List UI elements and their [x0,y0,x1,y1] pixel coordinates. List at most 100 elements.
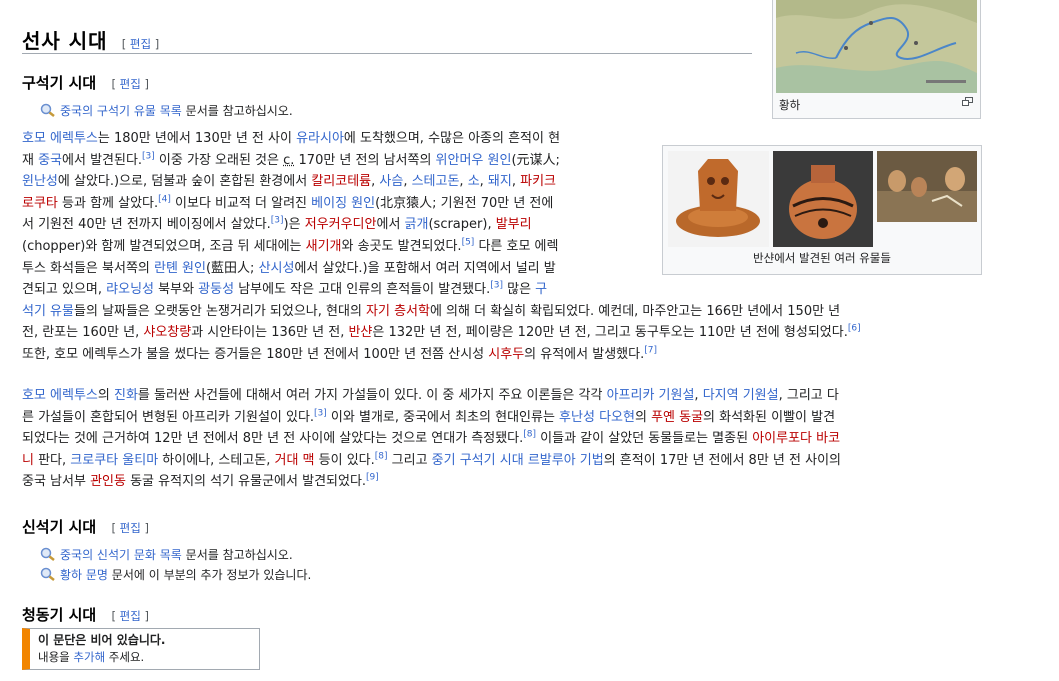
article-link[interactable]: 소 [468,174,480,189]
edit-label[interactable]: 편집 [120,77,141,91]
gallery-image-mask[interactable] [668,151,769,247]
missing-article-link[interactable]: 니 [22,453,34,468]
missing-article-link[interactable]: 새기개 [306,239,342,254]
text-run: , [479,174,488,190]
missing-article-link[interactable]: 거대 맥 [275,453,315,468]
article-link[interactable]: 진화 [114,388,138,403]
add-content-link[interactable]: 추가해 [73,650,105,664]
bronze-title: 청동기 시대 [22,606,97,624]
text-run: , [459,174,468,190]
hatnote-link[interactable]: 중국의 구석기 유물 목록 [60,104,182,118]
text-run: 의 [97,388,114,403]
edit-link-bronze[interactable]: [ 편집 ] [111,609,148,623]
citation-link[interactable]: [5] [462,238,475,248]
hatnote-link[interactable]: 중국의 신석기 문화 목록 [60,548,182,562]
text-run: , [403,174,412,190]
edit-link-paleolithic[interactable]: [ 편집 ] [111,77,148,91]
missing-article-link[interactable]: 로쿠타 [22,196,58,211]
paragraph-line: 되었다는 것에 근거하여 12만 년 전에서 8만 년 전 사이에 살았다는 것… [22,428,1022,450]
missing-article-link[interactable]: 아이루포다 바코 [752,431,840,446]
article-link[interactable]: 광둥성 [198,282,234,297]
article-link[interactable]: 다오현 [599,410,635,425]
missing-article-link[interactable]: 푸옌 동굴 [651,410,703,425]
citation-link[interactable]: [8] [375,451,388,461]
hatnote-text: 문서에 이 부분의 추가 정보가 있습니다. [107,568,312,582]
citation-link[interactable]: [3] [142,151,155,161]
text-run: 이중 가장 오래된 것은 [154,152,284,168]
paragraph-line: 호모 에렉투스의 진화를 둘러싼 사건들에 대해서 여러 가지 가설들이 있다.… [22,385,1022,407]
text-run: 에 도착했으며, 수많은 아종의 흔적이 현 [343,131,561,146]
text-run: )은 [283,217,305,233]
article-link[interactable]: 르발루아 기법 [528,453,604,468]
missing-article-link[interactable]: 시후두 [488,347,524,362]
text-run: 견되고 있으며, [22,282,107,298]
article-link[interactable]: 크로쿠타 울티마 [70,453,158,468]
article-link[interactable]: 위안머우 원인 [436,153,512,168]
edit-label[interactable]: 편집 [130,37,151,51]
missing-article-link[interactable]: 칼리코테륨 [311,174,371,189]
edit-label[interactable]: 편집 [120,609,141,623]
article-link[interactable]: 다지역 기원설 [703,388,779,403]
article-link[interactable]: 베이징 원인 [311,196,375,211]
text-run: 투스 화석들은 북서쪽의 [22,260,154,276]
paragraph-line: 견되고 있으며, 랴오닝성 북부와 광둥성 남부에도 작은 고대 인류의 흔적들… [22,279,1022,301]
text-run: 등이 있다. [314,452,375,468]
article-link[interactable]: 란톈 원인 [154,261,206,276]
text-run: 많은 [502,282,536,298]
article-link[interactable]: 산시성 [259,261,295,276]
article-link[interactable]: 긁개 [405,217,429,232]
article-link[interactable]: 돼지 [488,174,512,189]
missing-article-link[interactable]: 저우커우디안 [305,217,377,232]
hatnote-paleolithic: 중국의 구석기 유물 목록 문서를 참고하십시오. [40,102,293,119]
citation-link[interactable]: [7] [644,346,657,356]
enlarge-icon[interactable] [962,97,973,109]
article-link[interactable]: 석기 유물 [22,304,74,319]
map-figure: 황하 [772,0,981,119]
edit-label[interactable]: 편집 [120,521,141,535]
article-link[interactable]: 호모 에렉투스 [22,131,98,146]
citation-link[interactable]: [3] [271,216,284,226]
article-link[interactable]: 스테고돈 [412,174,460,189]
article-link[interactable]: 유라시아 [296,131,344,146]
citation: [3] [271,216,284,226]
article-link[interactable]: 구 [535,282,547,297]
gallery-image-pot[interactable] [773,151,873,247]
citation: [3] [490,281,503,291]
missing-article-link[interactable]: 파키크 [520,174,556,189]
hatnote-link[interactable]: 황하 문명 [60,568,108,582]
gallery-image-burial[interactable] [877,151,977,222]
citation-link[interactable]: [3] [490,281,503,291]
empty-notice-pre: 내용을 [38,650,74,664]
paragraph-line: 전, 란포는 160만 년, 샤오창량과 시안타이는 136만 년 전, 반샨은… [22,322,1022,344]
article-link[interactable]: 윈난성 [22,174,58,189]
citation-link[interactable]: [6] [848,324,861,334]
article-link[interactable]: 사슴 [379,174,403,189]
missing-article-link[interactable]: 자기 층서학 [366,304,430,319]
text-run: (chopper)와 함께 발견되었으며, 조금 뒤 세대에는 [22,238,306,254]
missing-article-link[interactable]: 샤오창량 [143,325,191,340]
missing-article-link[interactable]: 발부리 [496,217,532,232]
article-link[interactable]: 중국 [38,153,62,168]
empty-notice-body: 내용을 추가해 주세요. [38,649,251,666]
missing-article-link[interactable]: 관인동 [90,474,126,489]
citation-link[interactable]: [4] [158,194,171,204]
article-link[interactable]: 랴오닝성 [106,282,154,297]
text-run: 등과 함께 살았다. [57,195,159,211]
article-link[interactable]: 후난성 [559,410,595,425]
citation-link[interactable]: [3] [314,408,327,418]
article-link[interactable]: 중기 구석기 시대 [432,453,524,468]
citation-link[interactable]: [9] [366,473,379,483]
missing-article-link[interactable]: 반샨 [348,325,372,340]
map-image[interactable] [776,0,977,93]
text-run: 는 180만 년에서 130만 년 전 사이 [97,131,297,146]
article-link[interactable]: 호모 에렉투스 [22,388,98,403]
text-run: 이들과 같이 살았던 동물들로는 멸종된 [536,431,753,447]
neolithic-title: 신석기 시대 [22,518,97,536]
text-run: (元谋人; [511,152,560,168]
text-run: 과 시안타이는 136만 년 전, [191,325,349,341]
article-link[interactable]: 아프리카 기원설 [607,388,695,403]
edit-link-neolithic[interactable]: [ 편집 ] [111,521,148,535]
edit-link-section[interactable]: [ 편집 ] [122,37,159,51]
map-caption: 황하 [779,98,801,112]
citation-link[interactable]: [8] [523,430,536,440]
